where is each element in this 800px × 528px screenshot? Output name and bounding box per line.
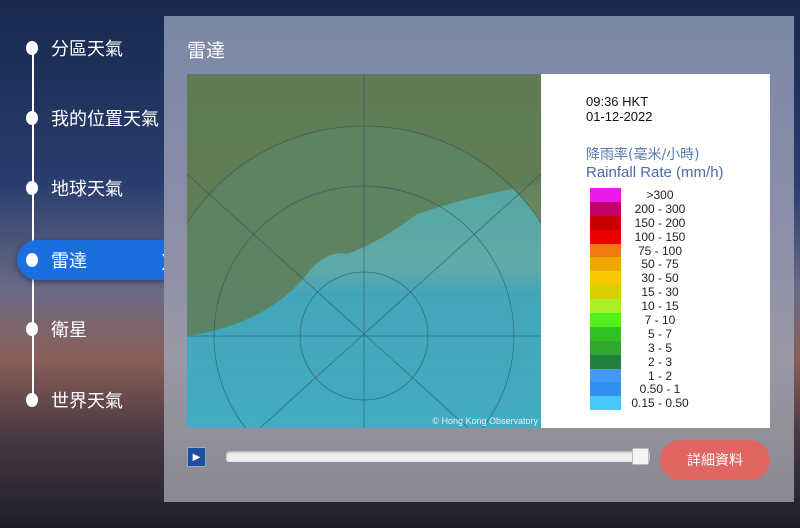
legend-row: 7 - 10 [590, 313, 699, 327]
legend-row: 0.15 - 0.50 [590, 396, 699, 410]
radar-range-rings [187, 74, 541, 428]
slider-thumb[interactable] [632, 448, 649, 465]
play-icon: ▶ [192, 451, 201, 463]
page-title: 雷達 [187, 40, 226, 62]
legend-row: 1 - 2 [590, 369, 699, 383]
sidebar-item-1[interactable]: 我的位置天氣 [17, 98, 181, 138]
legend-label: 75 - 100 [637, 243, 683, 258]
legend-swatch [590, 382, 621, 397]
legend-row: 5 - 7 [590, 327, 699, 341]
legend-swatch [590, 368, 621, 383]
radar-timestamp: 09:36 HKT 01-12-2022 [586, 94, 653, 124]
legend-row: 100 - 150 [590, 230, 699, 244]
legend-swatch [590, 285, 621, 300]
legend-label: 2 - 3 [647, 354, 672, 369]
timeline-slider[interactable] [226, 448, 650, 465]
sidebar-item-3[interactable]: 雷達❯ [17, 240, 181, 280]
legend-row: 200 - 300 [590, 202, 699, 216]
legend-title-en: Rainfall Rate (mm/h) [586, 164, 724, 181]
legend-swatch [590, 229, 621, 244]
timeline-dot [26, 41, 38, 55]
sidebar-item-0[interactable]: 分區天氣 [17, 28, 181, 68]
sidebar-item-label: 我的位置天氣 [51, 109, 159, 130]
sidebar-item-label: 衛星 [51, 320, 87, 341]
legend-swatch [590, 271, 621, 286]
legend-swatch [590, 396, 621, 411]
legend-label: >300 [646, 187, 674, 202]
legend-row: 2 - 3 [590, 355, 699, 369]
legend-label: 5 - 7 [647, 326, 672, 341]
legend-label: 15 - 30 [641, 285, 679, 300]
legend-label: 200 - 300 [634, 201, 686, 216]
timeline-dot [26, 393, 38, 407]
sidebar-item-label: 世界天氣 [51, 391, 123, 412]
legend-row: 50 - 75 [590, 257, 699, 271]
legend-label: 100 - 150 [634, 229, 686, 244]
legend-label: 0.15 - 0.50 [631, 396, 689, 411]
legend-scale: >300 200 - 300 150 - 200 100 - 150 75 - 100 5… [590, 188, 699, 410]
legend-label: 7 - 10 [644, 312, 676, 327]
sidebar-item-label: 地球天氣 [51, 179, 123, 200]
legend-swatch [590, 354, 621, 369]
legend-label: 50 - 75 [641, 257, 679, 272]
sidebar-item-5[interactable]: 世界天氣 [17, 380, 181, 420]
legend-row: >300 [590, 188, 699, 202]
radar-map[interactable]: © Hong Kong Observatory [187, 74, 541, 428]
timeline-dot [26, 111, 38, 125]
legend-row: 75 - 100 [590, 244, 699, 258]
legend-label: 30 - 50 [641, 271, 679, 286]
legend-swatch [590, 188, 621, 202]
legend-swatch [590, 215, 621, 230]
legend-swatch [590, 313, 621, 327]
radar-time: 09:36 HKT [586, 94, 649, 109]
legend-row: 10 - 15 [590, 299, 699, 313]
legend-label: 3 - 5 [647, 340, 672, 355]
legend-swatch [590, 257, 621, 272]
details-button[interactable]: 詳細資料 [660, 440, 770, 480]
sidebar-item-label: 分區天氣 [51, 39, 123, 60]
play-button[interactable]: ▶ [187, 447, 206, 467]
sidebar-item-2[interactable]: 地球天氣 [17, 168, 181, 208]
timeline-dot [26, 181, 38, 195]
legend-label: 10 - 15 [641, 299, 679, 314]
legend-swatch [590, 340, 621, 355]
legend-swatch [590, 326, 621, 341]
sidebar-item-label: 雷達 [51, 251, 87, 272]
legend-row: 0.50 - 1 [590, 382, 699, 396]
rainfall-legend: 09:36 HKT 01-12-2022 降雨率(毫米/小時) Rainfall… [541, 74, 770, 428]
legend-title-zh: 降雨率(毫米/小時) [586, 147, 700, 163]
copyright: © Hong Kong Observatory [432, 416, 538, 426]
radar-panel: 雷達 © Hong Kong Observatory 09:36 HKT 01-… [164, 16, 794, 502]
legend-row: 3 - 5 [590, 341, 699, 355]
legend-row: 15 - 30 [590, 285, 699, 299]
radar-date: 01-12-2022 [586, 109, 653, 124]
legend-row: 150 - 200 [590, 216, 699, 230]
timeline-dot [26, 253, 38, 267]
legend-swatch [590, 201, 621, 216]
legend-swatch [590, 299, 621, 314]
timeline-dot [26, 322, 38, 336]
legend-swatch [590, 243, 621, 258]
legend-label: 150 - 200 [634, 215, 686, 230]
sidebar-item-4[interactable]: 衛星 [17, 309, 181, 349]
legend-row: 30 - 50 [590, 271, 699, 285]
legend-label: 1 - 2 [647, 368, 672, 383]
legend-label: 0.50 - 1 [639, 382, 681, 397]
